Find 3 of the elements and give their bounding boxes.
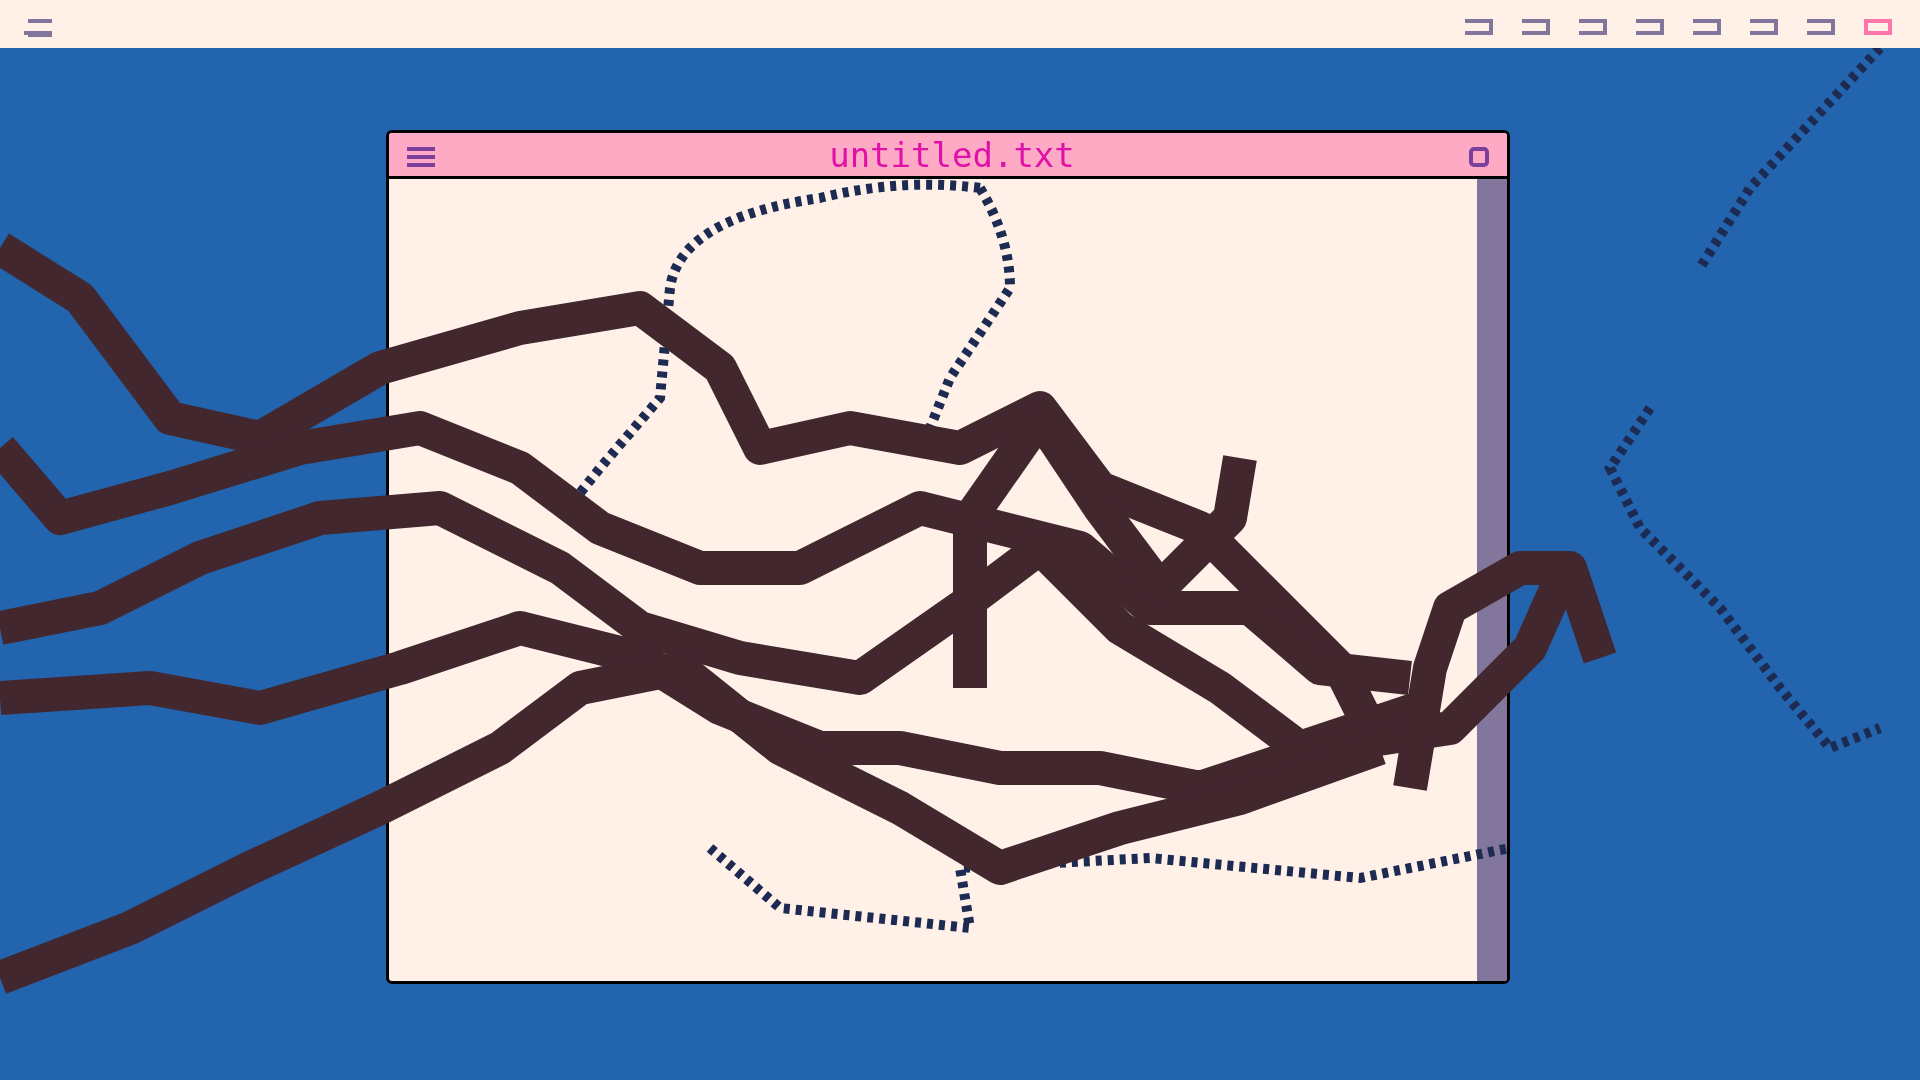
menu-icon[interactable] xyxy=(405,144,437,165)
close-icon[interactable] xyxy=(1467,144,1491,165)
window-title: untitled.txt xyxy=(829,137,1075,172)
